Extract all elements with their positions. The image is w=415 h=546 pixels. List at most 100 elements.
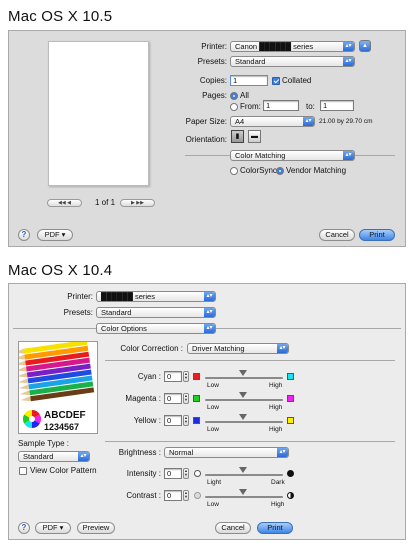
paper-size-value: A4 [235,117,245,126]
colorsync-radio[interactable] [230,167,238,175]
yellow-slider-track[interactable] [205,421,283,423]
color-correction-value: Driver Matching [192,344,245,353]
os-104-heading: Mac OS X 10.4 [8,262,113,279]
cyan-slider-knob[interactable] [239,370,247,376]
disclosure-icon[interactable]: ▲ [359,40,371,52]
intensity-slider-track[interactable] [205,474,283,476]
printer-value: Canon ██████ series [235,42,314,51]
color-correction-label: Color Correction : [120,344,183,353]
pages-from-label: From: [240,102,261,111]
brightness-label: Brightness : [118,448,161,457]
yellow-field[interactable]: 0 [164,415,182,426]
contrast-low-label: Low [207,501,219,508]
cancel-button[interactable]: Cancel [319,229,355,241]
magenta-field[interactable]: 0 [164,393,182,404]
intensity-field[interactable]: 0 [164,468,182,479]
color-correction-popup[interactable]: Driver Matching ▴▾ [187,343,289,354]
sample-type-label: Sample Type : [18,439,69,448]
separator [105,441,395,442]
pages-all-radio[interactable] [230,92,238,100]
cyan-high-label: High [269,382,283,389]
yellow-swatch [287,417,294,424]
colorsync-label: ColorSync [240,166,277,175]
yellow-slider-knob[interactable] [239,414,247,420]
popup-arrow-icon: ▴▾ [343,151,354,160]
cyan-slider-track[interactable] [205,377,283,379]
printer-label: Printer: [67,292,93,301]
help-button[interactable]: ? [18,229,30,241]
print-button[interactable]: Print [359,229,395,241]
yellow-stepper[interactable]: ▲ ▼ [183,415,189,426]
intensity-stepper[interactable]: ▲ ▼ [183,468,189,479]
brightness-value: Normal [169,448,194,457]
pages-all-label: All [240,91,249,100]
presets-popup[interactable]: Standard ▴▾ [96,307,216,318]
high-contrast-icon [287,492,294,499]
sample-text-numbers: 1234567 [44,422,80,432]
help-button[interactable]: ? [18,522,30,534]
collated-checkbox[interactable] [272,77,280,85]
preview-button[interactable]: Preview [77,522,115,534]
first-prev-page-button[interactable]: ◀◀ ◀ [47,199,82,207]
contrast-stepper[interactable]: ▲ ▼ [183,490,189,501]
vendor-matching-radio[interactable] [276,167,284,175]
page-preview [48,41,149,186]
magenta-stepper[interactable]: ▲ ▼ [183,393,189,404]
printer-label: Printer: [201,42,227,51]
copies-label: Copies: [199,76,227,85]
pdf-button[interactable]: PDF ▾ [37,229,73,241]
view-color-pattern-checkbox[interactable] [19,467,27,475]
portrait-orientation-icon[interactable]: ▮ [231,130,244,143]
pages-to-label: to: [306,102,315,111]
printer-popup[interactable]: ██████ series ▴▾ [96,291,216,302]
os-105-heading: Mac OS X 10.5 [8,8,113,25]
pdf-button[interactable]: PDF ▾ [35,522,71,534]
presets-popup[interactable]: Standard ▴▾ [230,56,355,67]
paper-size-popup[interactable]: A4 ▴▾ [230,116,315,127]
pages-from-field[interactable]: 1 [263,100,299,111]
intensity-dark-label: Dark [271,479,285,486]
cyan-stepper[interactable]: ▲ ▼ [183,371,189,382]
section-value: Color Options [101,324,147,333]
yellow-label: Yellow : [133,416,161,425]
cyan-swatch [287,373,294,380]
cyan-low-label: Low [207,382,219,389]
presets-label: Presets: [197,57,227,66]
contrast-field[interactable]: 0 [164,490,182,501]
printer-popup[interactable]: Canon ██████ series ▴▾ [230,41,355,52]
yellow-low-label: Low [207,426,219,433]
next-last-page-button[interactable]: ▶ ▶▶ [120,199,155,207]
magenta-slider-track[interactable] [205,399,283,401]
landscape-orientation-icon[interactable]: ▬ [248,130,261,143]
cyan-field[interactable]: 0 [164,371,182,382]
intensity-light-label: Light [207,479,222,486]
brightness-popup[interactable]: Normal ▴▾ [164,447,289,458]
pages-to-field[interactable]: 1 [320,100,354,111]
collated-label: Collated [282,76,312,85]
intensity-slider-knob[interactable] [239,467,247,473]
magenta-slider-knob[interactable] [239,392,247,398]
light-circle-icon [194,470,201,477]
paper-dimensions: 21.00 by 29.70 cm [319,118,373,125]
pages-from-radio[interactable] [230,103,238,111]
section-popup[interactable]: Color Options ▴▾ [96,323,216,334]
section-popup[interactable]: Color Matching ▴▾ [230,150,355,161]
page-indicator: 1 of 1 [95,198,116,207]
cancel-button[interactable]: Cancel [215,522,251,534]
print-dialog-105: ◀◀ ◀ 1 of 1 ▶ ▶▶ Printer: Canon ██████ s… [8,30,406,247]
presets-label: Presets: [63,308,93,317]
contrast-slider-track[interactable] [205,496,283,498]
sample-type-popup[interactable]: Standard ▴▾ [18,451,90,462]
contrast-slider-knob[interactable] [239,489,247,495]
popup-arrow-icon: ▴▾ [204,308,215,317]
print-dialog-104: Printer: ██████ series ▴▾ Presets: Standa… [8,283,406,540]
popup-arrow-icon: ▴▾ [343,57,354,66]
popup-arrow-icon: ▴▾ [277,344,288,353]
popup-arrow-icon: ▴▾ [343,42,354,51]
copies-field[interactable]: 1 [230,75,268,86]
popup-arrow-icon: ▴▾ [204,292,215,301]
vendor-matching-label: Vendor Matching [286,166,347,175]
popup-arrow-icon: ▴▾ [303,117,314,126]
print-button[interactable]: Print [257,522,293,534]
sample-type-value: Standard [23,452,54,461]
